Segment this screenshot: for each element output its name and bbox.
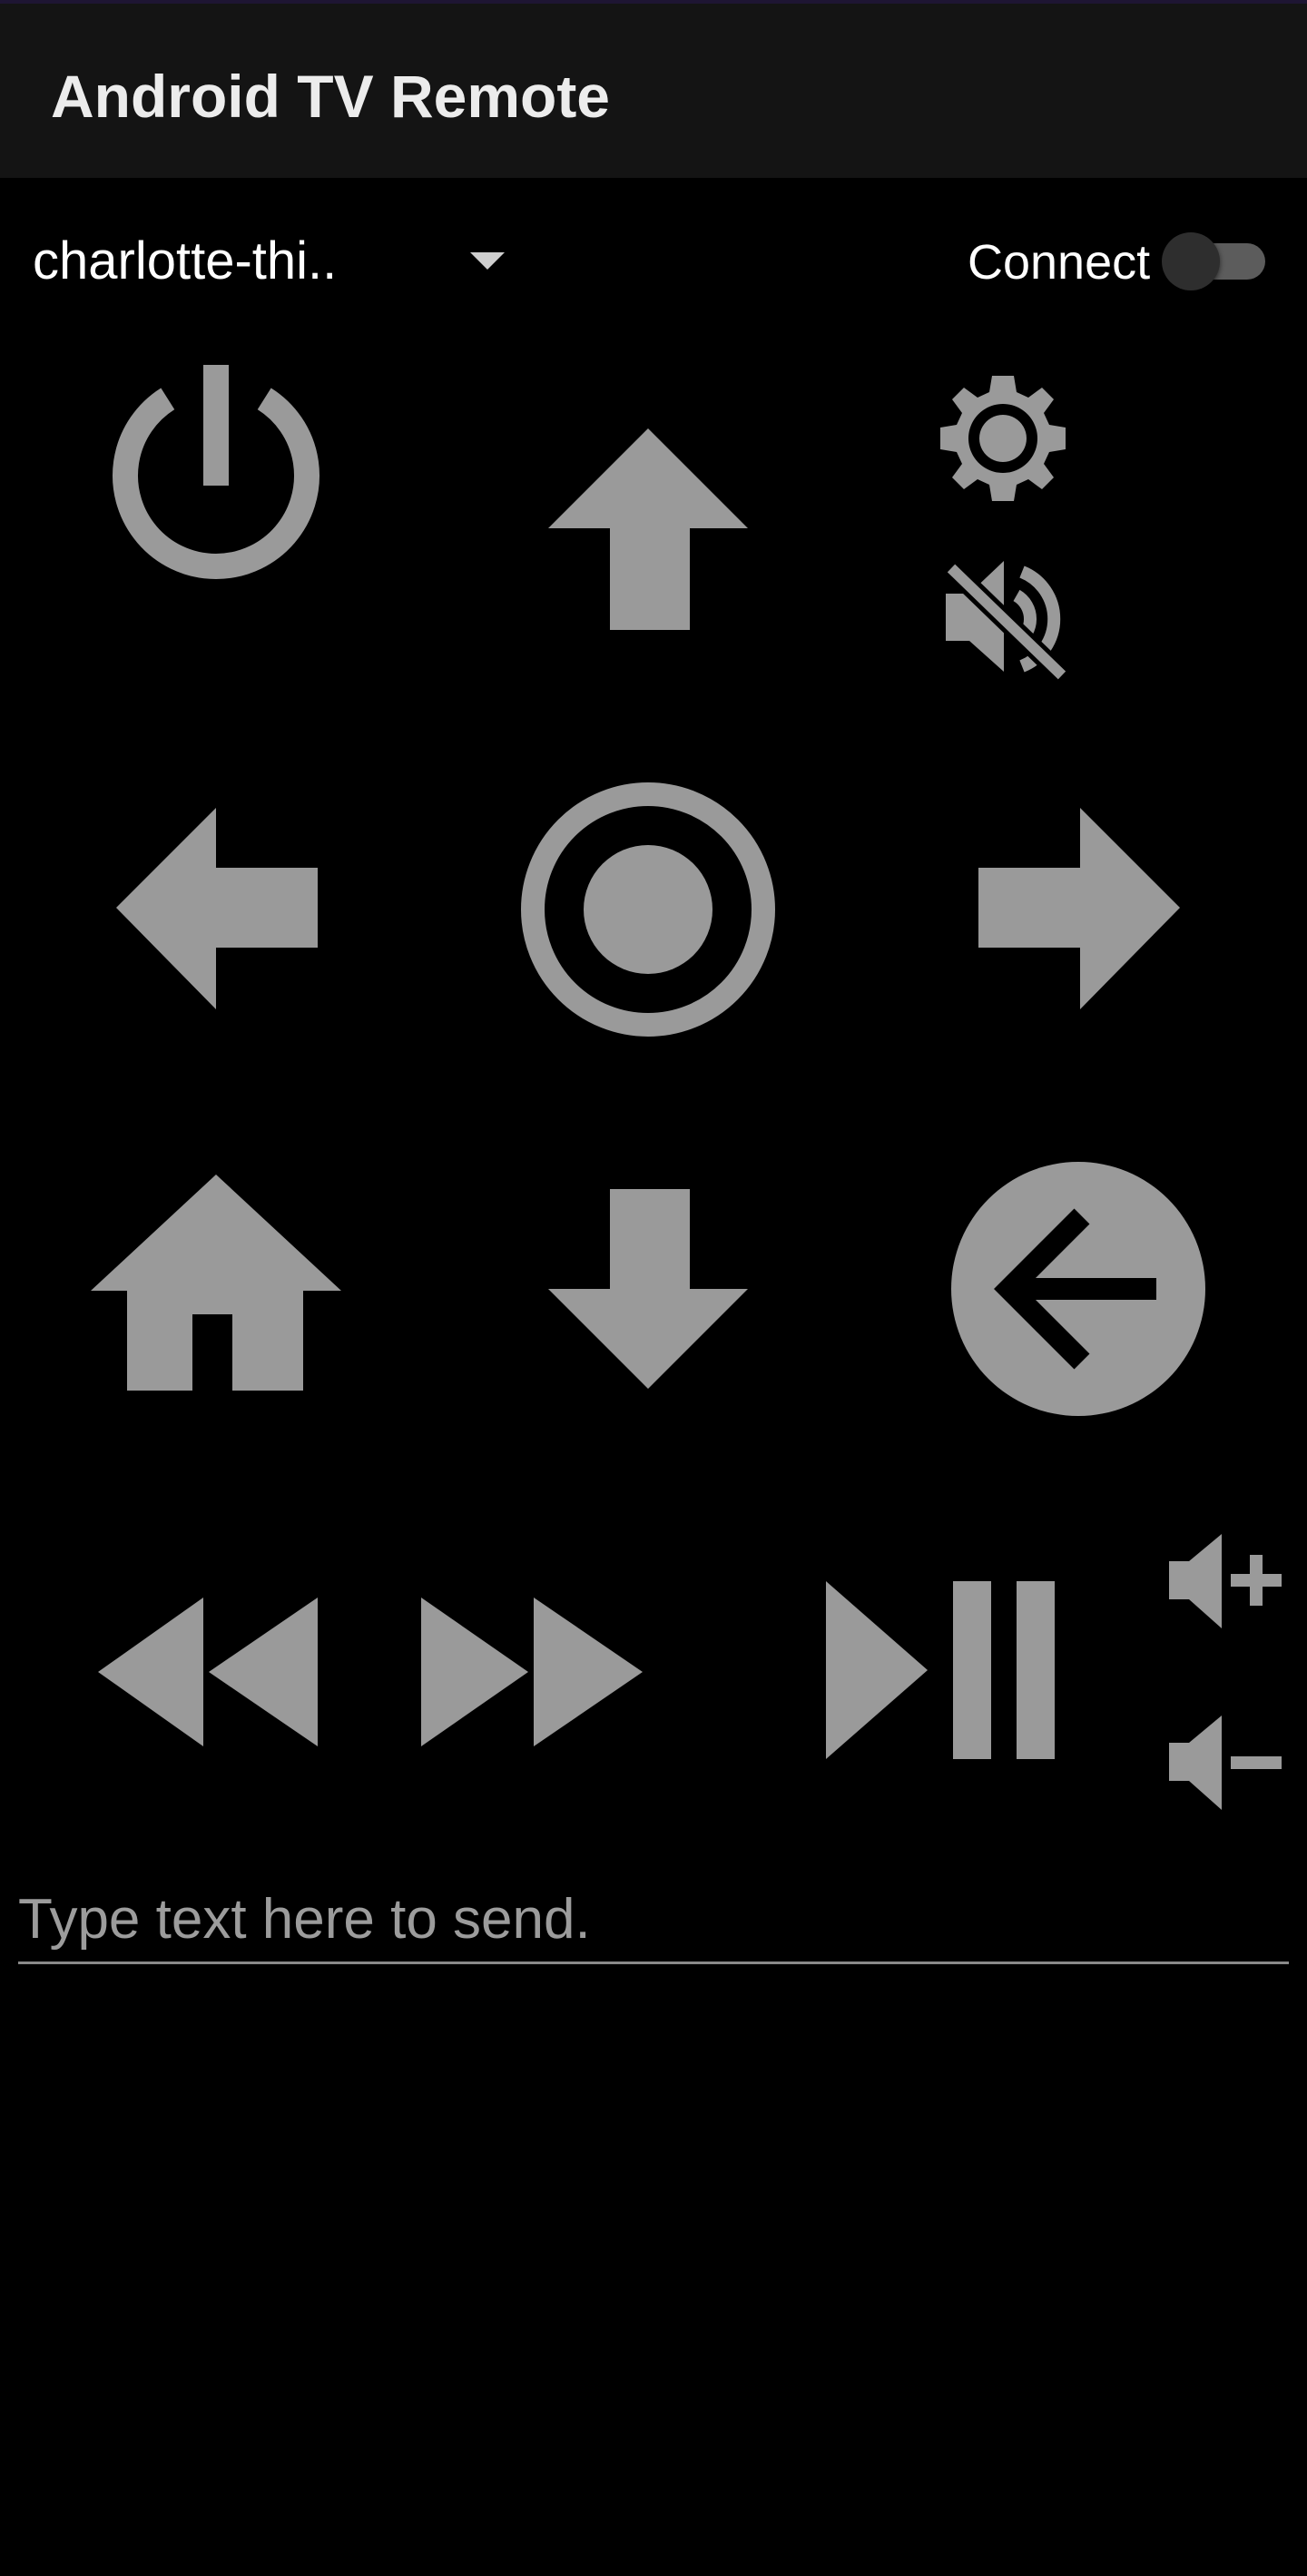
device-spinner[interactable]: charlotte-thi.. bbox=[24, 214, 532, 309]
device-name: charlotte-thi.. bbox=[33, 231, 338, 290]
switch-thumb bbox=[1162, 232, 1220, 290]
home-icon bbox=[91, 1175, 341, 1391]
power-icon bbox=[113, 365, 319, 579]
volume-off-icon bbox=[944, 561, 1069, 683]
left-button[interactable] bbox=[113, 804, 321, 1013]
center-ok-button[interactable] bbox=[519, 781, 777, 1038]
back-button[interactable] bbox=[949, 1160, 1207, 1418]
power-button[interactable] bbox=[107, 359, 325, 586]
app-bar: Android TV Remote bbox=[0, 4, 1307, 178]
volume-up-button[interactable] bbox=[1165, 1530, 1285, 1632]
up-button[interactable] bbox=[545, 423, 753, 632]
mute-button[interactable] bbox=[938, 556, 1075, 683]
connect-label: Connect bbox=[968, 235, 1151, 290]
rewind-icon bbox=[98, 1598, 318, 1746]
down-button[interactable] bbox=[545, 1185, 753, 1394]
gear-icon bbox=[940, 376, 1066, 501]
right-button[interactable] bbox=[975, 804, 1184, 1013]
arrow-down-icon bbox=[548, 1189, 748, 1389]
send-text-input[interactable] bbox=[18, 1877, 1289, 1964]
home-button[interactable] bbox=[87, 1171, 345, 1392]
app-title: Android TV Remote bbox=[51, 63, 611, 130]
play-pause-icon bbox=[826, 1581, 1055, 1759]
fast-forward-icon bbox=[421, 1598, 643, 1746]
dropdown-caret-icon bbox=[470, 252, 505, 270]
fast-forward-button[interactable] bbox=[418, 1594, 646, 1748]
back-circle-icon bbox=[951, 1162, 1205, 1416]
arrow-left-icon bbox=[116, 808, 318, 1009]
volume-up-icon bbox=[1169, 1534, 1282, 1628]
settings-button[interactable] bbox=[935, 370, 1071, 506]
arrow-up-icon bbox=[548, 428, 748, 630]
volume-down-icon bbox=[1169, 1716, 1282, 1810]
rewind-button[interactable] bbox=[94, 1594, 323, 1748]
connect-switch[interactable] bbox=[1162, 232, 1267, 290]
volume-down-button[interactable] bbox=[1165, 1712, 1285, 1814]
radio-button-checked-icon bbox=[521, 782, 775, 1037]
device-row: charlotte-thi.. Connect bbox=[0, 214, 1307, 309]
arrow-right-icon bbox=[978, 808, 1180, 1009]
play-pause-button[interactable] bbox=[822, 1578, 1058, 1763]
